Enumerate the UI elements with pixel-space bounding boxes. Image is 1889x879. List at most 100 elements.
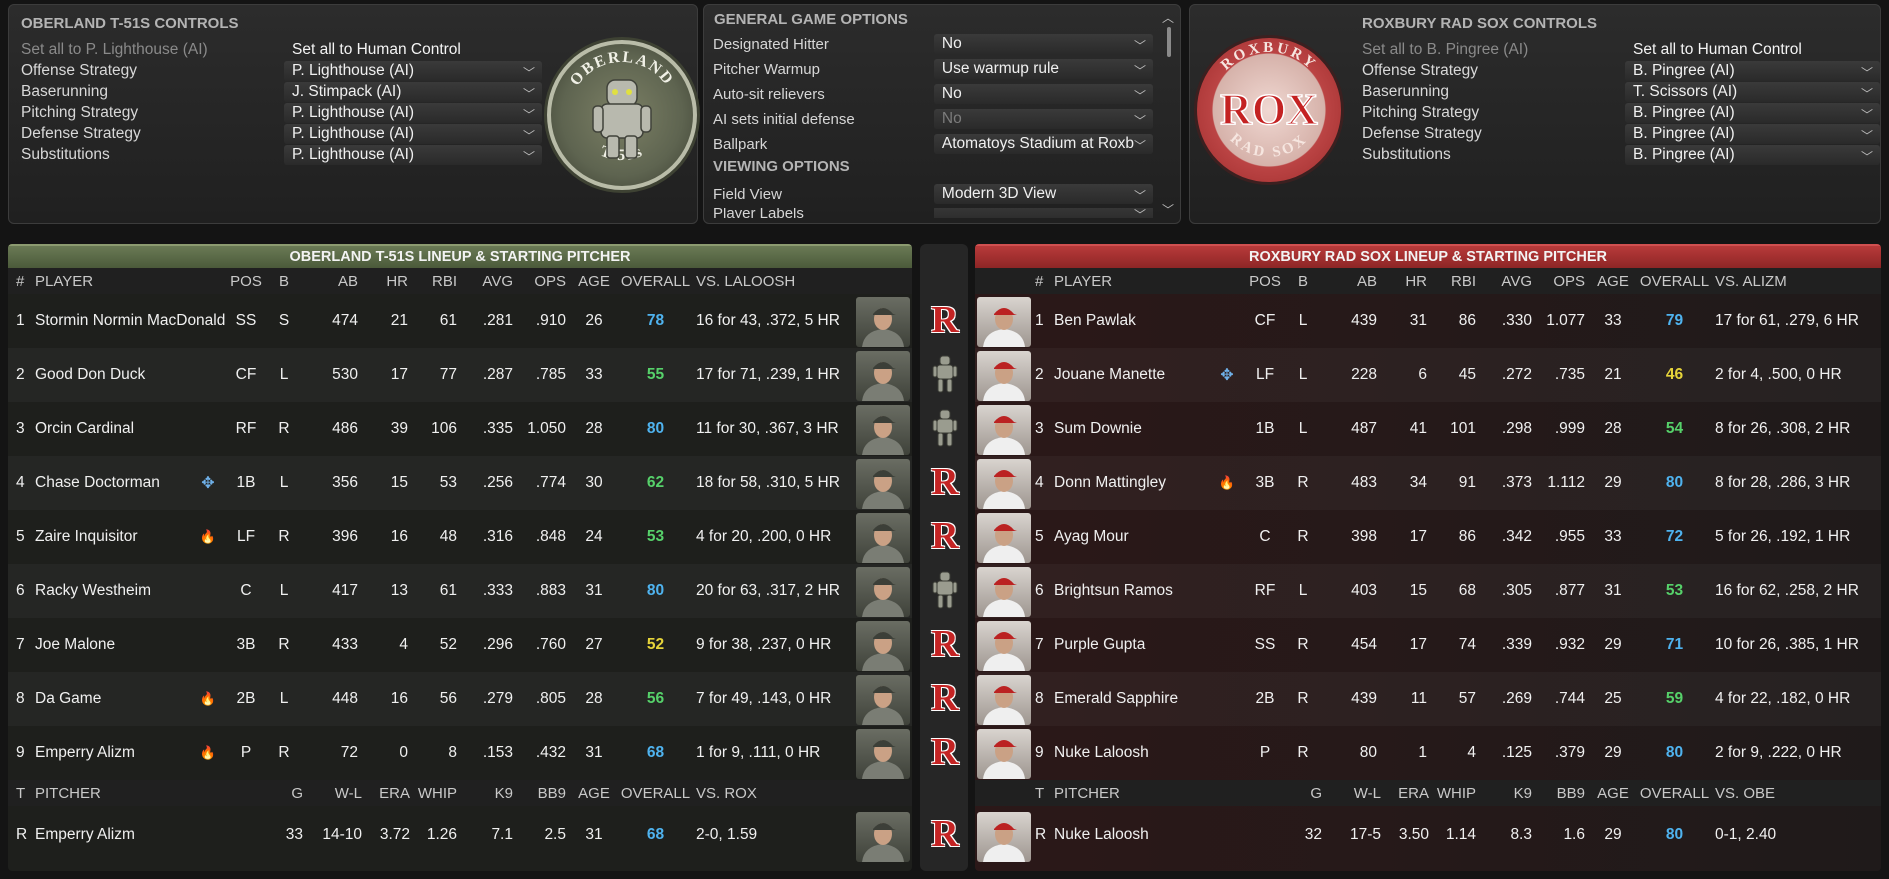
pitcher-header-t[interactable]: T — [1035, 780, 1055, 806]
column-header-b[interactable]: B — [1291, 268, 1315, 294]
pitcher-header-k9[interactable]: K9 — [463, 780, 513, 806]
pitcher-header-overall[interactable]: OVERALL — [613, 780, 698, 806]
player-row[interactable]: 8 Emerald Sapphire 2B R 439 11 57 .269 .744 25 59 4… — [975, 672, 1881, 726]
pitcher-header-k9[interactable]: K9 — [1482, 780, 1532, 806]
pitcher-header-t[interactable]: T — [16, 780, 36, 806]
column-header-b[interactable]: B — [272, 268, 296, 294]
column-header-age[interactable]: AGE — [1591, 268, 1635, 294]
pitcher-header-vs[interactable]: VS. ROX — [696, 780, 856, 806]
pitcher-header-pitcher[interactable]: PITCHER — [1054, 780, 1244, 806]
player-ops: .744 — [1554, 690, 1585, 707]
control-row: Offense Strategy P. Lighthouse (AI) ﹀ — [21, 60, 551, 82]
player-row[interactable]: 7 Joe Malone 3B R 433 4 52 .296 .760 27 52 9 for 38… — [8, 618, 912, 672]
player-row[interactable]: 1 Stormin Normin MacDonald SS S 474 21 61.281.… — [8, 294, 912, 348]
column-header-overall[interactable]: OVERALL — [613, 268, 698, 294]
option-dropdown[interactable]: No ﹀ — [933, 34, 1153, 54]
player-row[interactable]: 4 Chase Doctorman 1B L 356 15 53 .256 .774 30 62 18… — [8, 456, 912, 510]
column-header-vs[interactable]: VS. LALOOSH — [696, 268, 856, 294]
option-dropdown[interactable]: ﹀ — [933, 208, 1153, 218]
pitcher-row[interactable]: R Nuke Laloosh 32 17-5 3.50 1.14 8.3 1.6 29 80 0-1… — [975, 806, 1881, 864]
column-header-num[interactable]: # — [16, 268, 36, 294]
player-row[interactable]: 7 Purple Gupta SS R 454 17 74 .339 .932 29 71 10 fo… — [975, 618, 1881, 672]
pitcher-header-vs[interactable]: VS. OBE — [1715, 780, 1875, 806]
player-row[interactable]: 6 Brightsun Ramos RF L 403 15 68 .305 .877 31 53 16… — [975, 564, 1881, 618]
column-header-player[interactable]: PLAYER — [1054, 268, 1244, 294]
control-dropdown[interactable]: B. Pingree (AI) ﹀ — [1625, 145, 1880, 165]
pitcher-header-age[interactable]: AGE — [1591, 780, 1635, 806]
control-dropdown[interactable]: P. Lighthouse (AI) ﹀ — [284, 124, 542, 144]
pitcher-header-wl[interactable]: W-L — [300, 780, 362, 806]
player-row[interactable]: 2 Jouane Manette LF L 228 6 45 .272 .735 21 46 2 fo… — [975, 348, 1881, 402]
column-header-num[interactable]: # — [1035, 268, 1055, 294]
pitcher-header-whip[interactable]: WHIP — [1432, 780, 1476, 806]
player-player: Joe Malone — [35, 636, 116, 653]
option-dropdown[interactable]: No ﹀ — [933, 84, 1153, 104]
rox-set-all-ai-row: Set all to B. Pingree (AI) Set all to Hu… — [1362, 39, 1889, 61]
column-header-rbi[interactable]: RBI — [413, 268, 457, 294]
pitcher-row[interactable]: R Emperry Alizm 33 14-10 3.72 1.26 7.1 2.5 31 68 2… — [8, 806, 912, 864]
player-row[interactable]: 5 Zaire Inquisitor LF R 396 16 48 .316 .848 24 53 4… — [8, 510, 912, 564]
option-dropdown[interactable]: No ﹀ — [933, 109, 1153, 129]
column-header-hr[interactable]: HR — [368, 268, 408, 294]
column-header-ops[interactable]: OPS — [1535, 268, 1585, 294]
player-row[interactable]: 3 Sum Downie 1B L 487 41 101 .298 .999 28 54 8 for … — [975, 402, 1881, 456]
set-all-to-ai-button[interactable]: Set all to P. Lighthouse (AI) — [21, 41, 284, 59]
player-row[interactable]: 9 Nuke Laloosh P R 80 1 4 .125 .379 29 80 2 for 9, … — [975, 726, 1881, 780]
pitcher-header-g[interactable]: G — [273, 780, 303, 806]
control-dropdown[interactable]: B. Pingree (AI) ﹀ — [1625, 61, 1880, 81]
player-row[interactable]: 5 Ayag Mour C R 398 17 86 .342 .955 33 72 5 for 26,… — [975, 510, 1881, 564]
option-dropdown[interactable]: Modern 3D View ﹀ — [933, 184, 1153, 204]
player-row[interactable]: 4 Donn Mattingley 3B R 483 34 91 .373 1.112 29 80 8… — [975, 456, 1881, 510]
options-scrollbar[interactable] — [1167, 27, 1171, 57]
column-header-avg[interactable]: AVG — [463, 268, 513, 294]
pitcher-header-g[interactable]: G — [1292, 780, 1322, 806]
set-all-human-button[interactable]: Set all to Human Control — [284, 41, 461, 59]
column-header-avg[interactable]: AVG — [1482, 268, 1532, 294]
column-header-age[interactable]: AGE — [572, 268, 616, 294]
column-header-rbi[interactable]: RBI — [1432, 268, 1476, 294]
player-row[interactable]: 2 Good Don Duck CF L 530 17 77 .287 .785 33 55 17 f… — [8, 348, 912, 402]
control-dropdown[interactable]: J. Stimpack (AI) ﹀ — [284, 82, 542, 102]
player-row[interactable]: 9 Emperry Alizm P R 72 0 8 .153 .432 31 68 1 for 9,… — [8, 726, 912, 780]
scroll-up-icon[interactable]: ︿ — [1162, 9, 1174, 26]
pitcher-header-bb9[interactable]: BB9 — [516, 780, 566, 806]
column-header-ab[interactable]: AB — [318, 268, 358, 294]
option-dropdown[interactable]: Use warmup rule ﹀ — [933, 59, 1153, 79]
control-dropdown[interactable]: B. Pingree (AI) ﹀ — [1625, 103, 1880, 123]
rox-set-all-human-button[interactable]: Set all to Human Control — [1625, 41, 1802, 59]
control-dropdown[interactable]: P. Lighthouse (AI) ﹀ — [284, 103, 542, 123]
player-row[interactable]: 3 Orcin Cardinal RF R 486 39 106 .335 1.050 28 80 1… — [8, 402, 912, 456]
pitcher-header-overall[interactable]: OVERALL — [1632, 780, 1717, 806]
player-vs: 4 for 20, .200, 0 HR — [696, 528, 832, 545]
column-header-player[interactable]: PLAYER — [35, 268, 225, 294]
column-header-ab[interactable]: AB — [1337, 268, 1377, 294]
pitcher-header-era[interactable]: ERA — [368, 780, 410, 806]
column-header-hr[interactable]: HR — [1387, 268, 1427, 294]
player-hr: 17 — [390, 366, 408, 383]
control-dropdown[interactable]: B. Pingree (AI) ﹀ — [1625, 124, 1880, 144]
player-rbi: 8 — [448, 744, 457, 761]
control-dropdown[interactable]: P. Lighthouse (AI) ﹀ — [284, 61, 542, 81]
pitcher-header-whip[interactable]: WHIP — [413, 780, 457, 806]
column-header-overall[interactable]: OVERALL — [1632, 268, 1717, 294]
column-header-pos[interactable]: POS — [228, 268, 264, 294]
column-header-vs[interactable]: VS. ALIZM — [1715, 268, 1875, 294]
rox-set-all-to-ai-button[interactable]: Set all to B. Pingree (AI) — [1362, 41, 1625, 59]
player-vs: 17 for 61, .279, 6 HR — [1715, 312, 1859, 329]
player-row[interactable]: 8 Da Game 2B L 448 16 56 .279 .805 28 56 7 for 49, … — [8, 672, 912, 726]
player-row[interactable]: 6 Racky Westheim C L 417 13 61 .333 .883 31 80 20 f… — [8, 564, 912, 618]
player-row[interactable]: 1 Ben Pawlak CF L 439 31 86 .330 1.077 33 79 17 for… — [975, 294, 1881, 348]
option-dropdown[interactable]: Atomatoys Stadium at Roxb ﹀ — [933, 134, 1153, 154]
pitcher-header-age[interactable]: AGE — [572, 780, 616, 806]
pitcher-header-pitcher[interactable]: PITCHER — [35, 780, 225, 806]
column-header-pos[interactable]: POS — [1247, 268, 1283, 294]
pitcher-header-wl[interactable]: W-L — [1319, 780, 1381, 806]
control-dropdown[interactable]: P. Lighthouse (AI) ﹀ — [284, 145, 542, 165]
scroll-down-icon[interactable]: ﹀ — [1162, 201, 1174, 218]
column-header-ops[interactable]: OPS — [516, 268, 566, 294]
pitcher-header-bb9[interactable]: BB9 — [1535, 780, 1585, 806]
control-dropdown[interactable]: T. Scissors (AI) ﹀ — [1625, 82, 1880, 102]
pitcher-header-era[interactable]: ERA — [1387, 780, 1429, 806]
player-player: Purple Gupta — [1054, 636, 1146, 653]
player-headshot-icon — [983, 632, 1025, 671]
